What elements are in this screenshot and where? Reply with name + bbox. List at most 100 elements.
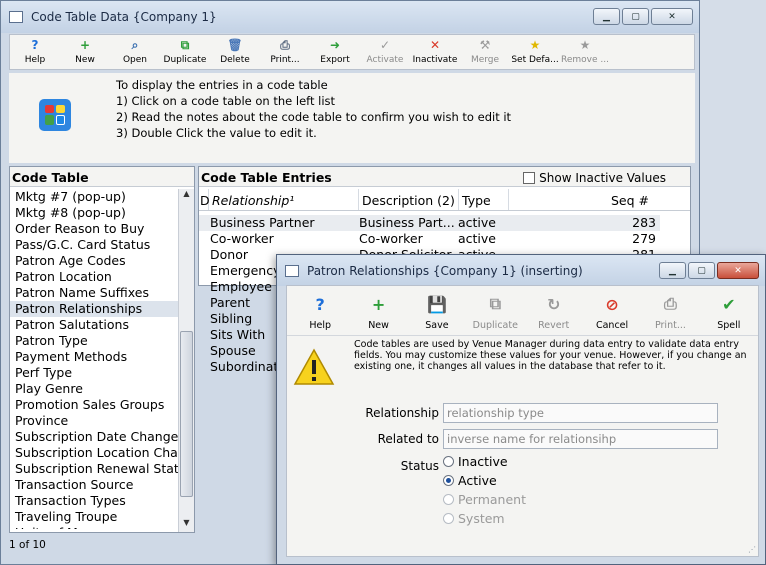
show-inactive-checkbox[interactable]: Show Inactive Values xyxy=(523,170,666,186)
new-button[interactable]: + New xyxy=(349,286,407,335)
close-button[interactable]: ✕ xyxy=(717,262,759,279)
remove-default-icon: ★ xyxy=(579,38,591,52)
checkbox-icon[interactable] xyxy=(523,172,536,184)
related-to-label: Related to xyxy=(377,432,439,446)
toolbar-label: Cancel xyxy=(595,320,629,331)
cancel-button[interactable]: ⊘ Cancel xyxy=(583,286,641,335)
help-button[interactable]: ? Help xyxy=(291,286,349,335)
toolbar-label: Export xyxy=(320,55,350,65)
list-item[interactable]: Patron Type xyxy=(10,333,178,349)
duplicate-button[interactable]: ⧉ Duplicate xyxy=(466,286,524,335)
save-button[interactable]: 💾 Save xyxy=(408,286,466,335)
status-option-system: System xyxy=(443,511,505,526)
new-icon: + xyxy=(79,38,91,52)
merge-button[interactable]: ⚒ Merge xyxy=(460,35,510,69)
set-default-button[interactable]: ★ Set Defa... xyxy=(510,35,560,69)
instruction-line: To display the entries in a code table xyxy=(116,78,328,92)
dialog-title: Patron Relationships {Company 1} (insert… xyxy=(307,263,583,278)
table-cell-desc: Business Part... xyxy=(359,215,455,230)
code-table-scrollbar[interactable]: ▲ ▼ xyxy=(178,189,194,532)
activate-icon: ✓ xyxy=(379,38,391,52)
print-button[interactable]: ⎙ Print... xyxy=(260,35,310,69)
list-item[interactable]: Subscription Date Change xyxy=(10,429,178,445)
export-button[interactable]: ➜ Export xyxy=(310,35,360,69)
column-header-relationship[interactable]: Relationship¹ xyxy=(209,189,359,210)
list-item[interactable]: Pass/G.C. Card Status xyxy=(10,237,178,253)
list-item[interactable]: Mktg #7 (pop-up) xyxy=(10,189,178,205)
toolbar-label: Delete xyxy=(220,55,250,65)
table-cell-seq: 283 xyxy=(632,215,656,230)
list-item[interactable]: Patron Age Codes xyxy=(10,253,178,269)
list-item[interactable]: Patron Relationships xyxy=(10,301,178,317)
remove-default-button[interactable]: ★ Remove ... xyxy=(560,35,610,69)
toolbar-label: Duplicate xyxy=(472,320,518,331)
toolbar-label: Activate xyxy=(366,55,404,65)
duplicate-button[interactable]: ⧉ Duplicate xyxy=(160,35,210,69)
window-icon xyxy=(285,264,299,277)
list-item[interactable]: Patron Salutations xyxy=(10,317,178,333)
toolbar-label: Remove ... xyxy=(561,55,609,65)
toolbar-label: Open xyxy=(122,55,148,65)
list-item[interactable]: Mktg #8 (pop-up) xyxy=(10,205,178,221)
table-row[interactable]: Business Partner Business Part... active 28… xyxy=(199,215,660,231)
cancel-icon: ⊘ xyxy=(605,294,619,314)
print-icon: ⎙ xyxy=(664,294,677,313)
resize-grip-icon[interactable]: ⋰ xyxy=(748,545,756,554)
column-header-d[interactable]: D xyxy=(199,189,210,210)
help-button[interactable]: ? Help xyxy=(10,35,60,69)
activate-button[interactable]: ✓ Activate xyxy=(360,35,410,69)
list-item[interactable]: Order Reason to Buy xyxy=(10,221,178,237)
list-item[interactable]: Patron Location xyxy=(10,269,178,285)
column-header-description[interactable]: Description (2) xyxy=(359,189,459,210)
inactivate-button[interactable]: ✕ Inactivate xyxy=(410,35,460,69)
list-item[interactable]: Transaction Source xyxy=(10,477,178,493)
list-item[interactable]: Play Genre xyxy=(10,381,178,397)
status-option-active[interactable]: Active xyxy=(443,473,497,488)
list-item[interactable]: Traveling Troupe xyxy=(10,509,178,525)
column-header-type[interactable]: Type xyxy=(459,189,509,210)
instructions-panel: To display the entries in a code table 1… xyxy=(9,73,695,163)
relationship-field[interactable]: relationship type xyxy=(443,403,718,423)
table-cell-rel: Business Partner xyxy=(210,215,315,230)
status-option-inactive[interactable]: Inactive xyxy=(443,454,508,469)
related-to-field[interactable]: inverse name for relationsihp xyxy=(443,429,718,449)
minimize-button[interactable]: ▁ xyxy=(659,262,686,279)
maximize-button[interactable]: ▢ xyxy=(688,262,715,279)
dialog-titlebar[interactable]: Patron Relationships {Company 1} (insert… xyxy=(277,255,765,286)
list-item[interactable]: Perf Type xyxy=(10,365,178,381)
relationship-label: Relationship xyxy=(365,406,439,420)
list-item[interactable]: Promotion Sales Groups xyxy=(10,397,178,413)
delete-button[interactable]: 🗑 Delete xyxy=(210,35,260,69)
minimize-button[interactable]: ▁ xyxy=(593,8,620,25)
list-item[interactable]: Payment Methods xyxy=(10,349,178,365)
radio-icon[interactable] xyxy=(443,456,454,467)
list-item[interactable]: Transaction Types xyxy=(10,493,178,509)
list-item[interactable]: Subscription Renewal Stat xyxy=(10,461,178,477)
window-icon xyxy=(9,11,23,23)
new-button[interactable]: + New xyxy=(60,35,110,69)
status-option-label: Active xyxy=(458,473,497,488)
list-item[interactable]: Province xyxy=(10,413,178,429)
code-table-list[interactable]: Mktg #7 (pop-up) Mktg #8 (pop-up) Order Re… xyxy=(10,189,178,529)
table-row[interactable]: Co-worker Co-worker active 279 xyxy=(199,231,660,247)
close-button[interactable]: ✕ xyxy=(651,8,693,25)
scroll-thumb[interactable] xyxy=(180,331,193,497)
spell-button[interactable]: ✔ Spell xyxy=(700,286,758,335)
scroll-down-icon[interactable]: ▼ xyxy=(179,518,194,532)
scroll-up-icon[interactable]: ▲ xyxy=(179,189,194,203)
open-button[interactable]: ⌕ Open xyxy=(110,35,160,69)
list-item[interactable]: Subscription Location Cha xyxy=(10,445,178,461)
record-count: 1 of 10 xyxy=(9,539,46,551)
radio-icon[interactable] xyxy=(443,475,454,486)
delete-icon: 🗑 xyxy=(227,38,243,52)
code-table-list-panel: Code Table Mktg #7 (pop-up) Mktg #8 (pop-… xyxy=(9,166,195,533)
toolbar-label: Revert xyxy=(538,320,570,331)
revert-button[interactable]: ↻ Revert xyxy=(525,286,583,335)
list-item[interactable]: Patron Name Suffixes xyxy=(10,285,178,301)
maximize-button[interactable]: ▢ xyxy=(622,8,649,25)
list-item[interactable]: Units of Measure xyxy=(10,525,178,529)
column-header-seq[interactable]: Seq # xyxy=(509,189,669,210)
main-titlebar[interactable]: Code Table Data {Company 1} ▁ ▢ ✕ xyxy=(1,1,699,33)
print-button[interactable]: ⎙ Print... xyxy=(641,286,699,335)
set-default-icon: ★ xyxy=(529,38,541,52)
